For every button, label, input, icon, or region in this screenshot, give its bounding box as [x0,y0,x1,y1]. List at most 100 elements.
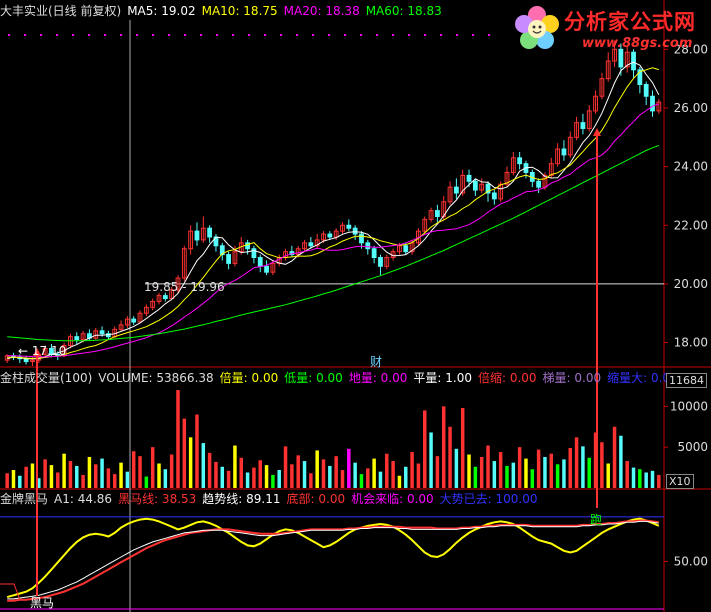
top-signal-dot [472,34,474,36]
candle-body [365,242,371,250]
volume-tick-label: 10000 [670,399,708,413]
volume-bar [498,452,503,488]
chart-stage: 18.0020.0022.0024.0026.0028.005000100005… [0,0,711,612]
volume-bar [138,456,142,488]
top-signal-dot [232,34,234,36]
volume-bar [340,470,345,488]
indicator-header-item-2: 黑马线: 38.53 [118,492,197,506]
top-signal-dot [264,34,266,36]
volume-bar [404,466,408,488]
volume-bar [119,462,123,488]
volume-bar [555,464,560,488]
top-signal-dot [280,34,282,36]
candle-body [650,95,655,112]
volume-bar [467,454,471,488]
candle-body [517,157,523,165]
top-signal-dot [88,34,90,36]
volume-bar [568,447,572,488]
volume-bar [226,470,231,488]
price-header-item-1: MA5: 19.02 [127,4,196,18]
indicator-header: 金牌黑马 A1: 44.86 黑马线: 38.53 趋势线: 89.11 底部: 0.0… [0,490,544,508]
candle-body [580,122,586,129]
logo-url[interactable]: www.88gs.com [582,36,692,51]
volume-bar [644,472,648,488]
price-header-item-4: MA60: 18.83 [365,4,442,18]
candle-body [308,242,314,247]
volume-bar [416,463,421,488]
volume-bar [606,463,610,488]
top-signal-dot [104,34,106,36]
volume-bar [11,470,16,488]
top-signal-dot [40,34,42,36]
volume-bar [296,455,300,488]
volume-bar [385,453,389,488]
volume-header-item-1: VOLUME: 53866.38 [98,371,214,385]
cai-marker: 财 [370,355,383,369]
price-header-item-0: 大丰实业(日线 前复权) [0,4,122,18]
volume-bar [543,456,547,488]
volume-bar [448,426,452,488]
volume-bar [600,442,604,488]
top-signal-dot [424,34,426,36]
volume-header-item-4: 地量: 0.00 [348,371,408,385]
top-signal-dot [296,34,298,36]
candle-body [162,295,168,300]
site-logo[interactable]: 分析家公式网 www.88gs.com [512,4,708,54]
indicator-header-item-4: 底部: 0.00 [286,492,346,506]
volume-bar [81,474,85,488]
volume-bar [24,466,28,488]
volume-bar [562,459,566,488]
flower-logo-icon [515,6,559,49]
candle-body [194,230,200,241]
background [0,0,711,612]
top-signal-dot [456,34,458,36]
volume-bar [517,447,522,488]
volume-bar [5,473,9,488]
volume-bar [75,465,79,488]
volume-bar [625,461,629,488]
price-tick-label: 22.00 [674,218,708,232]
candle-body [99,330,105,335]
candle-body [453,186,459,194]
volume-bar [530,469,535,488]
top-signal-dot [152,34,154,36]
pao-label: 跑 [590,513,603,527]
volume-bar [397,475,402,488]
volume-bar [536,449,541,488]
volume-bar [574,437,579,488]
candle-body [561,148,567,156]
volume-bar [549,453,554,488]
volume-bar [264,465,269,488]
price-tick-label: 20.00 [674,277,708,291]
candle-body [403,245,409,253]
price-tick-label: 18.00 [674,336,708,350]
indicator-header-item-5: 机会来临: 0.00 [351,492,434,506]
volume-bar [30,463,35,488]
volume-bar [492,461,497,488]
volume-bar [511,462,516,488]
candle-body [643,84,649,97]
top-signal-dot [248,34,250,36]
volume-bar [214,461,218,488]
volume-bar [49,465,54,488]
heima-label: 黑马 [30,596,55,610]
volume-bar [410,452,414,488]
volume-bar [657,474,661,488]
volume-bar [429,432,433,488]
top-signal-dot [24,34,26,36]
candle-body [378,257,383,267]
candle-body [346,224,352,229]
top-signal-dot [376,34,378,36]
volume-bar [347,448,351,488]
indicator-header-item-3: 趋势线: 89.11 [202,492,281,506]
volume-header-item-3: 低量: 0.00 [284,371,343,385]
price-header-item-2: MA10: 18.75 [201,4,278,18]
top-signal-dot [184,34,186,36]
top-signal-dot [168,34,170,36]
volume-bar [302,461,307,488]
volume-header-item-5: 平量: 1.00 [413,371,472,385]
volume-bar [486,445,490,488]
price-header-item-3: MA20: 18.38 [283,4,360,18]
volume-bar [245,472,250,488]
indicator-tick-label: 50.00 [674,554,708,568]
